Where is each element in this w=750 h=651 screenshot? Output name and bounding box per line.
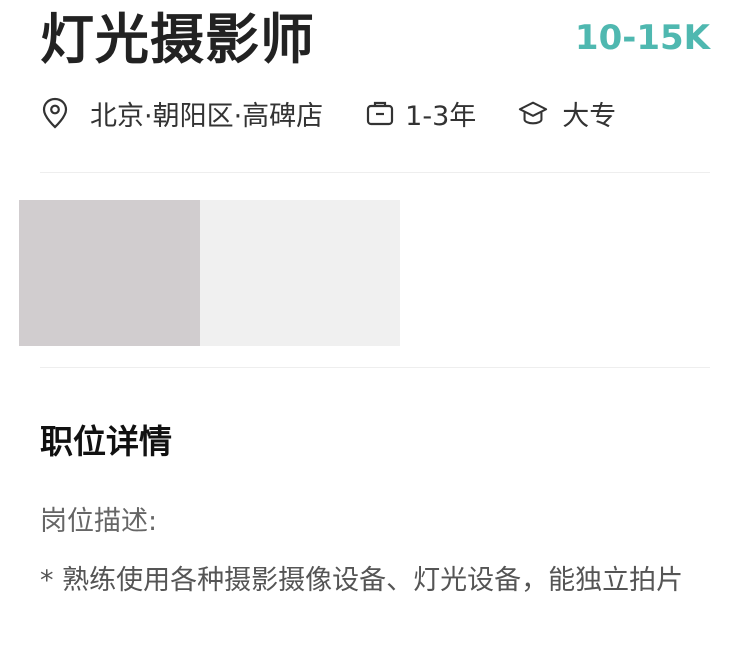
section-title: 职位详情	[40, 422, 172, 461]
image-placeholder[interactable]	[19, 200, 200, 346]
image-placeholder[interactable]	[200, 200, 400, 346]
location-info: 北京·朝阳区·高碑店	[40, 94, 323, 133]
job-meta-row: 北京·朝阳区·高碑店 1-3年 大专	[40, 92, 616, 134]
education-info: 大专	[518, 94, 616, 133]
salary-range: 10-15K	[574, 18, 710, 58]
experience-text: 1-3年	[405, 100, 477, 132]
location-pin-icon	[40, 97, 70, 129]
job-detail-page: 灯光摄影师 10-15K 北京·朝阳区·高碑店 1-3年 大专 职位详情 岗位描…	[0, 0, 750, 651]
graduation-cap-icon	[518, 98, 548, 128]
divider	[40, 172, 710, 173]
description-label: 岗位描述:	[40, 506, 158, 537]
divider	[40, 367, 710, 368]
briefcase-icon	[365, 98, 395, 128]
description-text: * 熟练使用各种摄影摄像设备、灯光设备，能独立拍片	[40, 565, 684, 596]
experience-info: 1-3年	[365, 94, 476, 133]
location-text: 北京·朝阳区·高碑店	[90, 100, 324, 132]
job-title: 灯光摄影师	[40, 8, 315, 71]
education-text: 大专	[562, 100, 617, 132]
